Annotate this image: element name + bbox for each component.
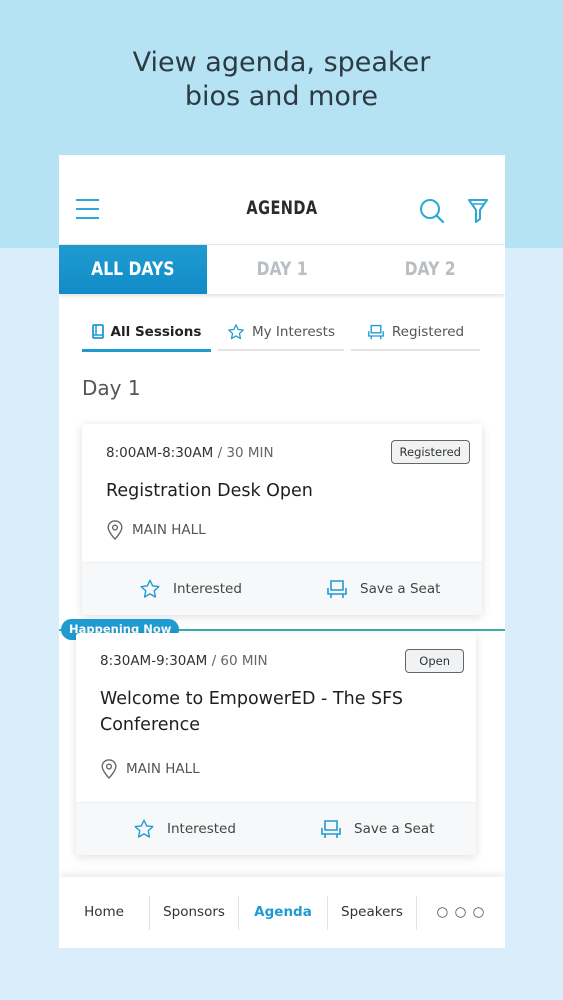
nav-home[interactable]: Home xyxy=(59,877,149,948)
interested-button[interactable]: Interested xyxy=(133,803,236,855)
seat-icon xyxy=(321,820,341,838)
session-card[interactable]: 8:30AM-9:30AM / 60 MIN Open Welcome to E… xyxy=(76,633,476,855)
book-icon xyxy=(91,324,104,339)
star-icon xyxy=(140,579,160,598)
tab-day-2[interactable]: DAY 2 xyxy=(356,245,504,294)
day-tabs: ALL DAYS DAY 1 DAY 2 xyxy=(59,244,505,294)
session-title: Registration Desk Open xyxy=(106,481,313,501)
app-screen: AGENDA ALL DAYS DAY 1 DAY 2 All Sessions… xyxy=(59,155,505,948)
nav-more-icon[interactable]: ○ ○ ○ xyxy=(417,877,505,948)
promo-headline-line1: View agenda, speaker xyxy=(132,47,431,78)
nav-agenda[interactable]: Agenda xyxy=(239,877,327,948)
promo-headline-line2: bios and more xyxy=(184,81,379,112)
filter-tab-my-interests[interactable]: My Interests xyxy=(218,315,344,351)
filter-tab-label: My Interests xyxy=(252,324,335,340)
tab-day-1[interactable]: DAY 1 xyxy=(208,245,356,294)
filter-tab-all-sessions[interactable]: All Sessions xyxy=(82,315,211,352)
filter-tab-label: Registered xyxy=(391,324,465,340)
session-filter-tabs: All Sessions My Interests Registered xyxy=(82,315,482,352)
status-badge: Open xyxy=(405,649,464,673)
seat-icon xyxy=(368,324,384,340)
interested-button[interactable]: Interested xyxy=(139,563,242,615)
filter-tab-registered[interactable]: Registered xyxy=(351,315,480,351)
location-pin-icon xyxy=(101,759,117,779)
nav-sponsors[interactable]: Sponsors xyxy=(150,877,238,948)
session-title: Welcome to EmpowerED - The SFS Conferenc… xyxy=(100,689,403,735)
star-icon xyxy=(228,324,244,340)
day-heading: Day 1 xyxy=(82,376,141,400)
filter-tab-label: All Sessions xyxy=(110,324,202,340)
save-seat-button[interactable]: Save a Seat xyxy=(320,803,434,855)
page-title: AGENDA xyxy=(246,197,318,219)
session-actions: Interested Save a Seat xyxy=(76,802,476,855)
save-seat-button[interactable]: Save a Seat xyxy=(326,563,440,615)
session-time: 8:00AM-8:30AM / 30 MIN xyxy=(106,445,274,461)
star-icon xyxy=(134,819,154,838)
promo-headline: View agenda, speaker bios and more xyxy=(0,46,563,114)
session-location: MAIN HALL xyxy=(106,520,206,540)
session-card[interactable]: 8:00AM-8:30AM / 30 MIN Registered Regist… xyxy=(82,424,482,615)
session-location: MAIN HALL xyxy=(100,759,200,779)
session-time: 8:30AM-9:30AM / 60 MIN xyxy=(100,653,268,669)
top-bar: AGENDA xyxy=(59,155,505,243)
location-pin-icon xyxy=(107,520,123,540)
bottom-nav: Home Sponsors Agenda Speakers ○ ○ ○ xyxy=(59,877,505,948)
status-badge: Registered xyxy=(390,440,470,464)
filter-icon[interactable] xyxy=(466,197,494,225)
tab-all-days[interactable]: ALL DAYS xyxy=(59,245,207,294)
seat-icon xyxy=(327,580,347,598)
session-actions: Interested Save a Seat xyxy=(82,562,482,615)
search-icon[interactable] xyxy=(418,197,446,225)
nav-speakers[interactable]: Speakers xyxy=(328,877,416,948)
